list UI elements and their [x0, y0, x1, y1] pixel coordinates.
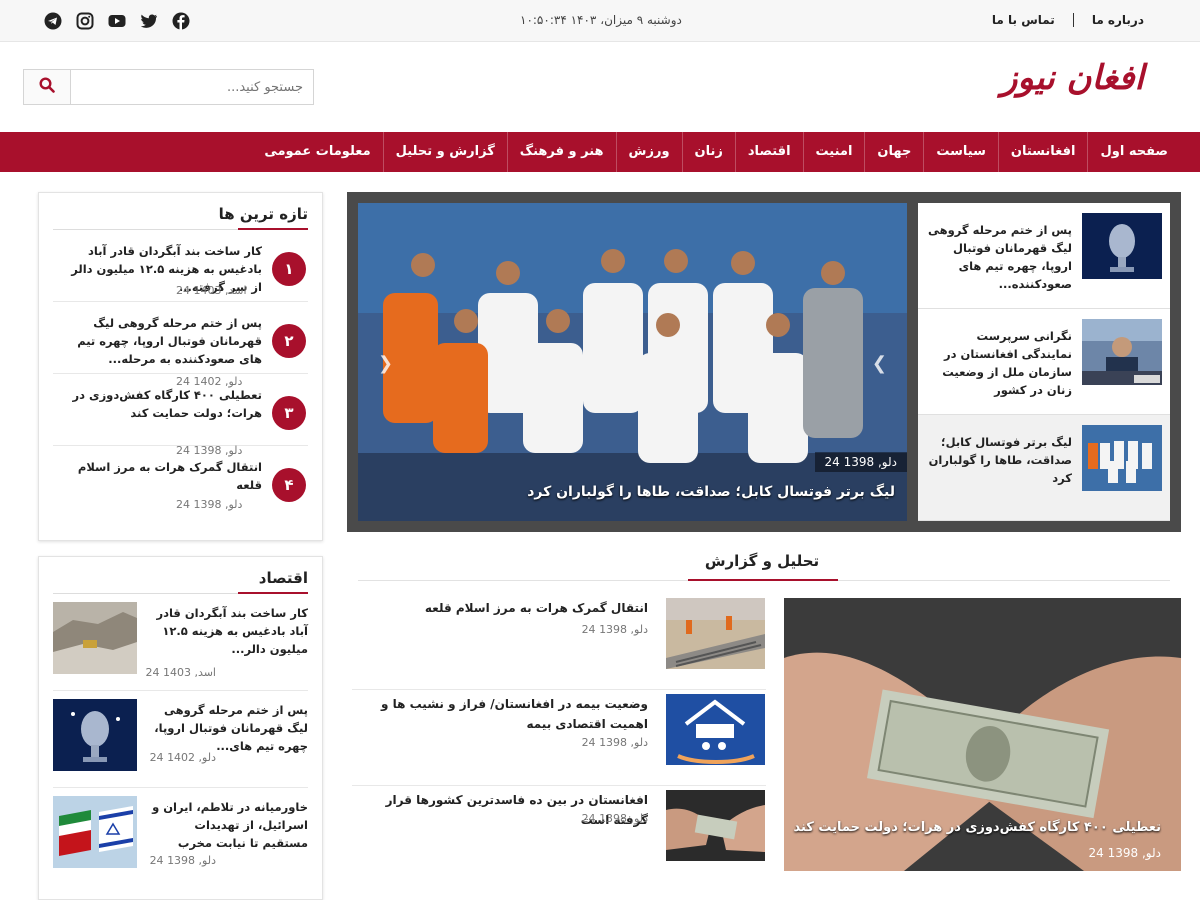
economy-title: اقتصاد: [53, 557, 308, 594]
economy-box: اقتصاد کار ساخت بند آبگردان قادر آباد با…: [38, 556, 323, 900]
rank-badge: ۱: [272, 252, 306, 286]
analysis-item[interactable]: افغانستان در بین ده فاسدترین کشورها قرار…: [352, 790, 766, 882]
latest-news-box: تازه ترین ها ۱ کار ساخت بند آبگردان قادر…: [38, 192, 323, 541]
news-date: 24 دلو, 1398: [176, 498, 243, 511]
rank-badge: ۲: [272, 324, 306, 358]
news-thumbnail[interactable]: [53, 699, 137, 771]
slide-list-item[interactable]: لیگ برتر فوتسال کابل؛ صداقت، طاها را گول…: [918, 415, 1170, 521]
news-title[interactable]: کار ساخت بند آبگردان قادر آباد بادغیس به…: [145, 604, 308, 658]
list-item[interactable]: خاورمیانه در تلاطم، ایران و اسرائیل، از …: [53, 788, 308, 885]
news-date: 24 اسد, 1403: [145, 666, 216, 679]
search-input[interactable]: [71, 70, 313, 104]
nav-item-world[interactable]: جهان: [864, 132, 923, 172]
news-thumbnail[interactable]: [1082, 319, 1162, 385]
twitter-icon[interactable]: [140, 12, 158, 30]
divider: [358, 579, 1170, 581]
featured-slider: ❮ ❯ 24 دلو, 1398 لیگ برتر فوتسال کابل؛ ص…: [347, 192, 1181, 532]
current-datetime: دوشنبه ۹ میزان، ۱۴۰۳ ۱۰:۵۰:۳۴: [520, 13, 682, 27]
slide-main-image[interactable]: ❮ ❯ 24 دلو, 1398 لیگ برتر فوتسال کابل؛ ص…: [358, 203, 907, 521]
news-thumbnail[interactable]: [666, 694, 765, 765]
search-icon: [39, 77, 55, 97]
nav-item-home[interactable]: صفحه اول: [1087, 132, 1180, 172]
slide-title[interactable]: لیگ برتر فوتسال کابل؛ صداقت، طاها را گول…: [527, 484, 895, 500]
slider-next-icon[interactable]: ❯: [872, 353, 887, 374]
telegram-icon[interactable]: [44, 12, 62, 30]
news-title[interactable]: وضعیت بیمه در افغانستان/ فراز و نشیب ها …: [352, 694, 648, 734]
news-thumbnail[interactable]: [53, 602, 137, 674]
instagram-icon[interactable]: [76, 12, 94, 30]
news-date: 24 دلو, 1398: [581, 736, 648, 749]
news-thumbnail[interactable]: [1082, 425, 1162, 491]
analysis-section-title: تحلیل و گزارش: [704, 552, 820, 570]
news-title[interactable]: لیگ برتر فوتسال کابل؛ صداقت، طاها را گول…: [926, 433, 1072, 487]
news-title[interactable]: تعطیلی ۴۰۰ کارگاه کفش‌دوزی در هرات؛ دولت…: [63, 386, 263, 422]
news-date: 24 دلو, 1398: [149, 854, 216, 867]
news-date: 24 دلو, 1402: [149, 751, 216, 764]
news-thumbnail[interactable]: [53, 796, 137, 868]
site-logo[interactable]: افغان نیوز: [1001, 58, 1144, 98]
list-item[interactable]: پس از ختم مرحله گروهی لیگ قهرمانان فوتبا…: [53, 691, 308, 788]
nav-item-general-info[interactable]: معلومات عمومی: [252, 132, 382, 172]
news-date: 24 دلو, 1402: [176, 375, 243, 388]
slide-list-item[interactable]: پس از ختم مرحله گروهی لیگ قهرمانان فوتبا…: [918, 203, 1170, 309]
facebook-icon[interactable]: [172, 12, 190, 30]
featured-analysis-date: 24 دلو, 1398: [1088, 846, 1161, 860]
latest-news-title: تازه ترین ها: [53, 193, 308, 230]
nav-item-economy[interactable]: اقتصاد: [734, 132, 803, 172]
social-links: [44, 12, 190, 30]
slide-date: 24 دلو, 1398: [814, 452, 907, 472]
search-box: [23, 69, 314, 105]
nav-item-afghanistan[interactable]: افغانستان: [997, 132, 1088, 172]
slider-prev-icon[interactable]: ❮: [378, 353, 393, 374]
nav-item-culture[interactable]: هنر و فرهنگ: [506, 132, 616, 172]
news-thumbnail[interactable]: [666, 790, 765, 861]
rank-badge: ۳: [272, 396, 306, 430]
main-nav: صفحه اول افغانستان سیاست جهان امنیت اقتص…: [0, 132, 1200, 172]
news-title[interactable]: پس از ختم مرحله گروهی لیگ قهرمانان فوتبا…: [145, 701, 308, 755]
news-thumbnail[interactable]: [1082, 213, 1162, 279]
slide-list-item[interactable]: نگرانی سرپرست نمایندگی افغانستان در سازم…: [918, 309, 1170, 415]
divider: [1072, 13, 1074, 27]
search-button[interactable]: [24, 70, 71, 104]
featured-analysis-card[interactable]: تعطیلی ۴۰۰ کارگاه کفش‌دوزی در هرات؛ دولت…: [784, 598, 1181, 871]
featured-analysis-title[interactable]: تعطیلی ۴۰۰ کارگاه کفش‌دوزی در هرات؛ دولت…: [793, 820, 1161, 835]
analysis-item[interactable]: انتقال گمرک هرات به مرز اسلام قلعه 24 دل…: [352, 598, 766, 690]
news-date: 24 دلو, 1398: [581, 812, 648, 825]
list-item[interactable]: ۲ پس از ختم مرحله گروهی لیگ قهرمانان فوت…: [53, 302, 308, 374]
news-title[interactable]: پس از ختم مرحله گروهی لیگ قهرمانان فوتبا…: [63, 314, 262, 368]
nav-item-reports[interactable]: گزارش و تحلیل: [382, 132, 507, 172]
youtube-icon[interactable]: [108, 12, 126, 30]
top-links: درباره ما تماس با ما: [992, 13, 1144, 27]
top-bar: دوشنبه ۹ میزان، ۱۴۰۳ ۱۰:۵۰:۳۴ درباره ما …: [0, 0, 1200, 42]
news-date: 24 اسد, 1403: [176, 284, 247, 297]
nav-item-politics[interactable]: سیاست: [923, 132, 998, 172]
news-thumbnail[interactable]: [666, 598, 765, 669]
about-link[interactable]: درباره ما: [1092, 13, 1144, 27]
news-title[interactable]: خاورمیانه در تلاطم، ایران و اسرائیل، از …: [145, 798, 308, 852]
news-title[interactable]: انتقال گمرک هرات به مرز اسلام قلعه: [352, 598, 648, 618]
contact-link[interactable]: تماس با ما: [992, 13, 1055, 27]
nav-item-women[interactable]: زنان: [681, 132, 735, 172]
news-title[interactable]: پس از ختم مرحله گروهی لیگ قهرمانان فوتبا…: [926, 221, 1072, 293]
slide-list: پس از ختم مرحله گروهی لیگ قهرمانان فوتبا…: [918, 203, 1170, 521]
rank-badge: ۴: [272, 468, 306, 502]
nav-item-security[interactable]: امنیت: [802, 132, 865, 172]
news-title[interactable]: نگرانی سرپرست نمایندگی افغانستان در سازم…: [926, 327, 1072, 399]
news-date: 24 دلو, 1398: [581, 623, 648, 636]
news-title[interactable]: انتقال گمرک هرات به مرز اسلام قلعه: [63, 458, 262, 494]
analysis-item[interactable]: وضعیت بیمه در افغانستان/ فراز و نشیب ها …: [352, 694, 766, 786]
news-date: 24 دلو, 1398: [176, 444, 243, 457]
list-item[interactable]: کار ساخت بند آبگردان قادر آباد بادغیس به…: [53, 594, 308, 691]
nav-item-sports[interactable]: ورزش: [615, 132, 682, 172]
